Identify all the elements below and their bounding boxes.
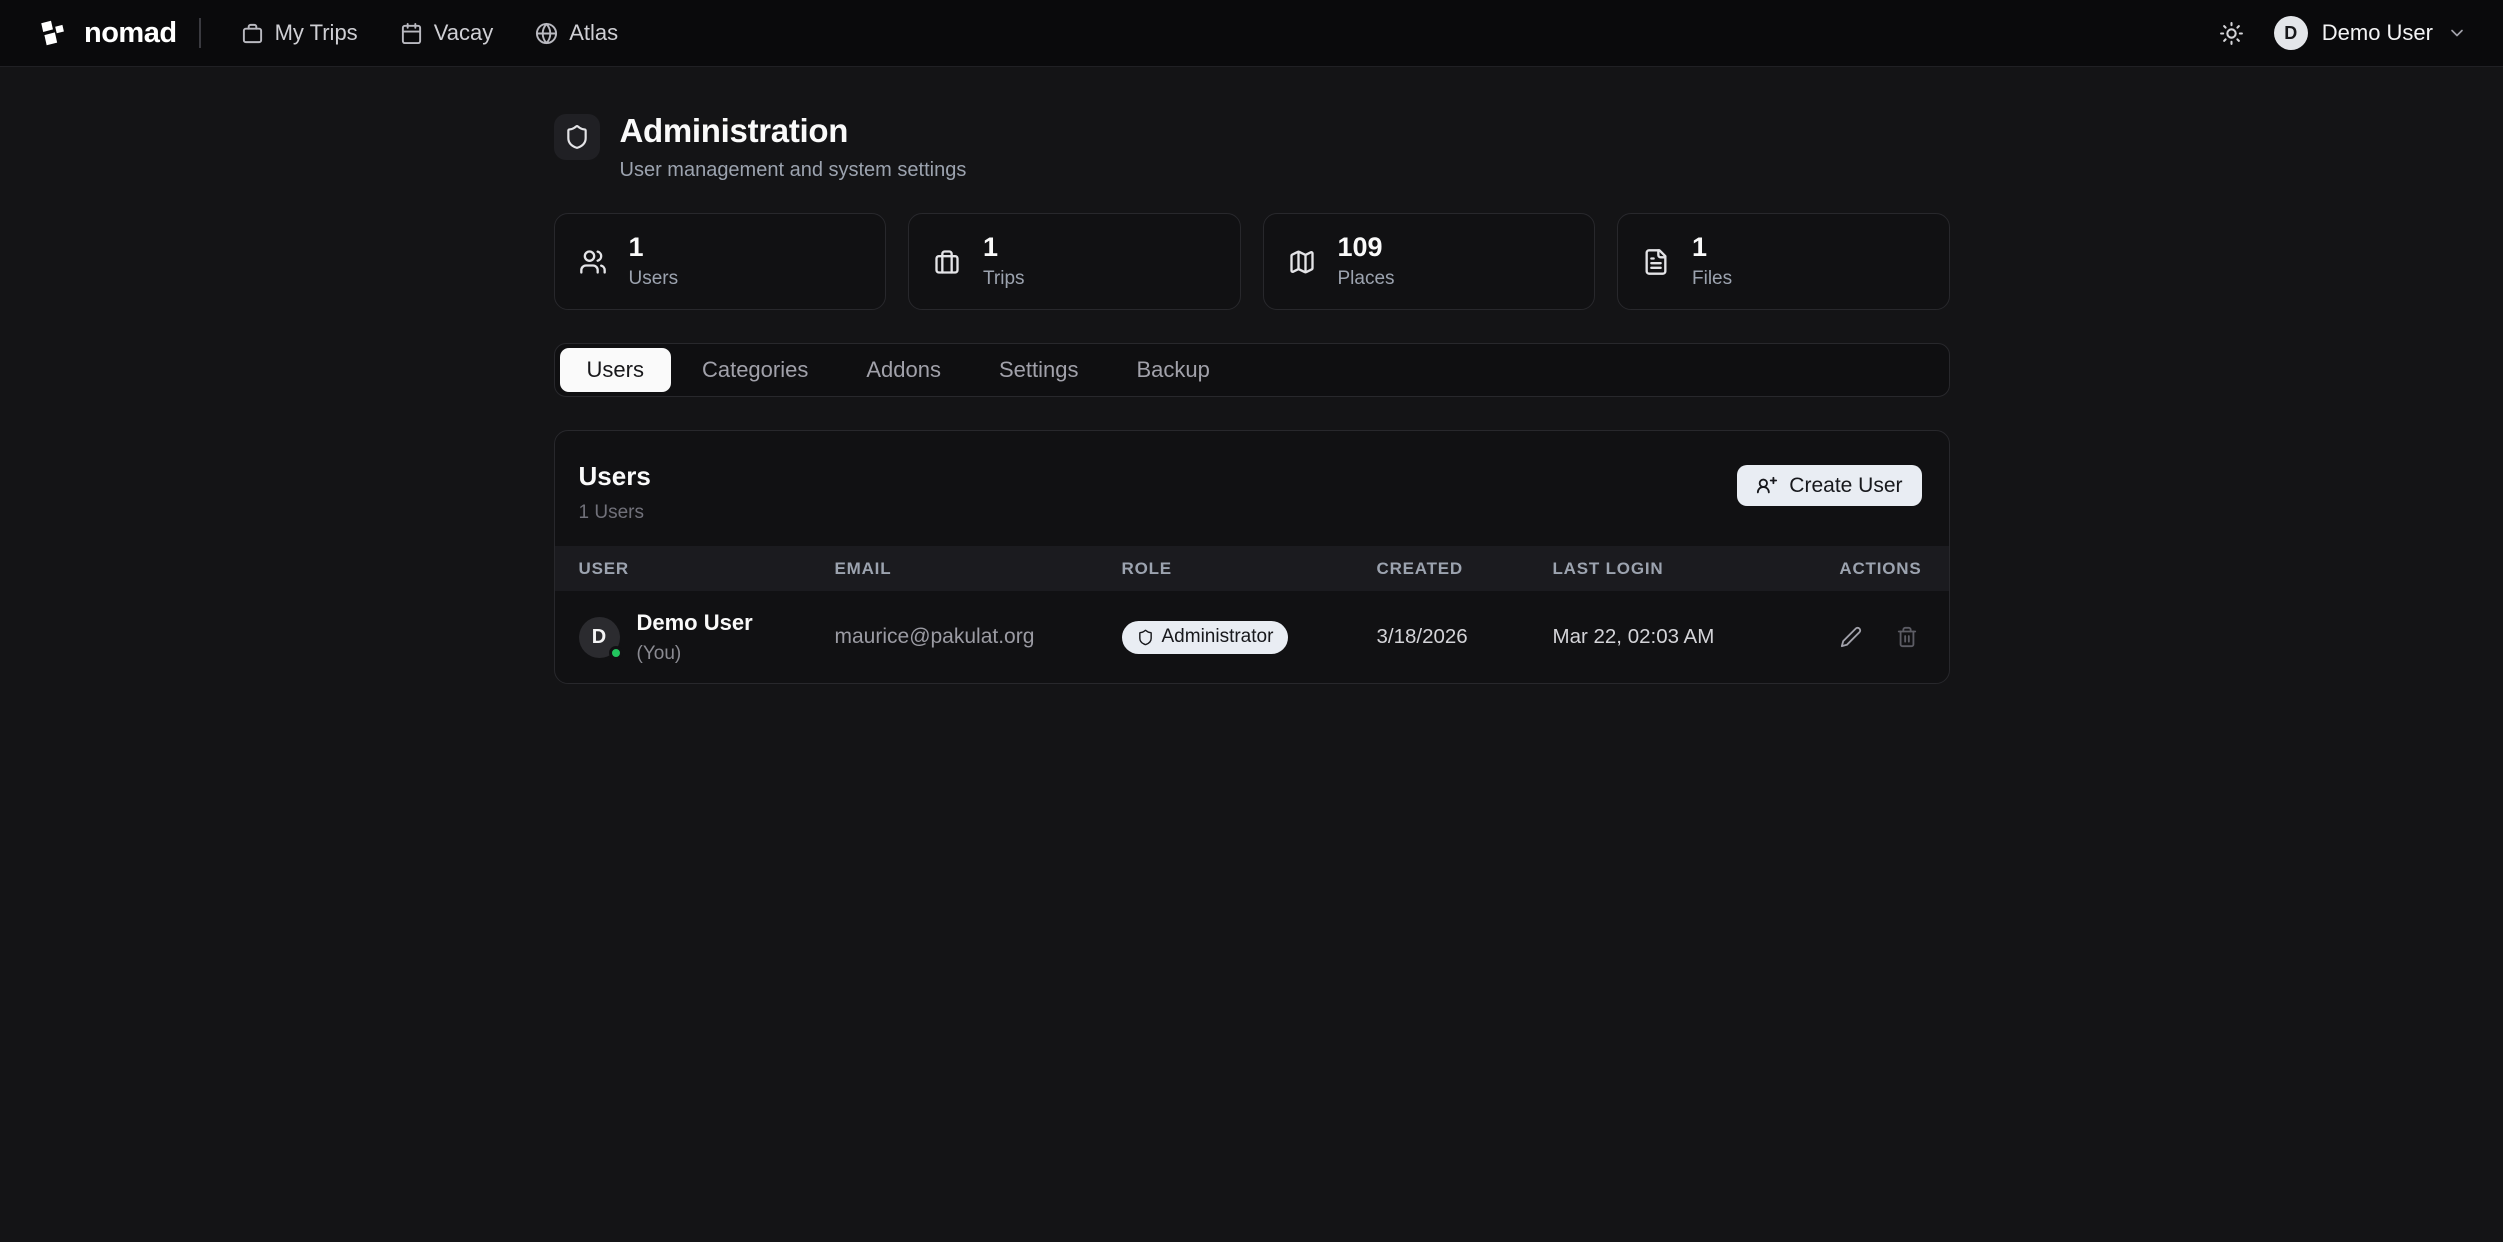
nav-item-label: Vacay: [434, 20, 494, 46]
globe-icon: [535, 22, 558, 45]
stat-label: Trips: [983, 268, 1025, 290]
calendar-icon: [400, 22, 423, 45]
nav-item-label: Atlas: [569, 20, 618, 46]
stat-label: Places: [1338, 268, 1395, 290]
delete-user-button[interactable]: [1892, 622, 1922, 652]
brand-logo[interactable]: nomad: [36, 15, 177, 51]
stat-cards: 1 Users 1 Trips 109 Places: [554, 213, 1950, 310]
table-row: D Demo User (You) maurice@pakulat.org Ad: [555, 591, 1949, 683]
users-panel: Users 1 Users Create User USER EMAIL ROL…: [554, 430, 1950, 684]
users-table-header: USER EMAIL ROLE CREATED LAST LOGIN ACTIO…: [555, 546, 1949, 591]
primary-nav: My Trips Vacay Atlas: [227, 10, 633, 56]
stat-text: 109 Places: [1338, 233, 1395, 290]
role-label: Administrator: [1162, 626, 1274, 648]
create-user-label: Create User: [1789, 474, 1902, 498]
stat-card-places: 109 Places: [1263, 213, 1596, 310]
briefcase-icon: [933, 248, 961, 276]
brand-name: nomad: [84, 17, 177, 50]
nav-item-my-trips[interactable]: My Trips: [227, 10, 372, 56]
column-header-created: CREATED: [1377, 559, 1553, 579]
tab-categories[interactable]: Categories: [675, 348, 835, 392]
nav-right: D Demo User: [2219, 16, 2467, 50]
tab-addons[interactable]: Addons: [839, 348, 968, 392]
stat-label: Users: [629, 268, 679, 290]
user-plus-icon: [1756, 475, 1778, 497]
column-header-last-login: LAST LOGIN: [1553, 559, 1840, 579]
stat-card-users: 1 Users: [554, 213, 887, 310]
nomad-logo-icon: [36, 15, 72, 51]
users-icon: [579, 248, 607, 276]
map-icon: [1288, 248, 1316, 276]
last-login-cell: Mar 22, 02:03 AM: [1553, 625, 1836, 649]
theme-toggle-sun-icon[interactable]: [2219, 21, 2244, 46]
pencil-icon: [1840, 626, 1862, 648]
column-header-role: ROLE: [1122, 559, 1377, 579]
users-panel-header: Users 1 Users Create User: [555, 431, 1949, 546]
page-header: Administration User management and syste…: [554, 112, 1950, 182]
create-user-button[interactable]: Create User: [1737, 465, 1921, 506]
stat-value: 1: [983, 233, 1025, 263]
top-nav: nomad My Trips Vacay: [0, 0, 2503, 67]
nav-item-label: My Trips: [275, 20, 358, 46]
tab-users[interactable]: Users: [560, 348, 671, 392]
stat-card-files: 1 Files: [1617, 213, 1950, 310]
admin-tabs: Users Categories Addons Settings Backup: [554, 343, 1950, 397]
page-title: Administration: [620, 112, 967, 150]
nav-item-atlas[interactable]: Atlas: [521, 10, 632, 56]
shield-icon: [554, 114, 600, 160]
stat-value: 109: [1338, 233, 1395, 263]
nav-divider: [199, 18, 201, 48]
actions-cell: [1836, 622, 1922, 652]
page-header-text: Administration User management and syste…: [620, 112, 967, 182]
role-badge: Administrator: [1122, 621, 1289, 654]
column-header-actions: ACTIONS: [1839, 559, 1921, 579]
tab-settings[interactable]: Settings: [972, 348, 1106, 392]
online-status-dot: [609, 646, 623, 660]
role-cell: Administrator: [1122, 621, 1377, 654]
stat-label: Files: [1692, 268, 1732, 290]
email-cell: maurice@pakulat.org: [835, 625, 1122, 649]
created-cell: 3/18/2026: [1377, 625, 1553, 649]
stat-text: 1 Users: [629, 233, 679, 290]
trash-icon: [1896, 626, 1918, 648]
tab-backup[interactable]: Backup: [1109, 348, 1236, 392]
user-cell: D Demo User (You): [579, 610, 835, 665]
user-name: Demo User: [2322, 20, 2433, 46]
stat-value: 1: [629, 233, 679, 263]
stat-card-trips: 1 Trips: [908, 213, 1241, 310]
column-header-user: USER: [579, 559, 835, 579]
avatar: D: [579, 617, 620, 658]
file-icon: [1642, 248, 1670, 276]
avatar-initial: D: [592, 626, 606, 649]
page-subtitle: User management and system settings: [620, 159, 967, 182]
briefcase-icon: [241, 22, 264, 45]
stat-text: 1 Trips: [983, 233, 1025, 290]
user-cell-text: Demo User (You): [637, 610, 753, 665]
panel-title: Users: [579, 461, 651, 492]
users-panel-titles: Users 1 Users: [579, 461, 651, 524]
column-header-email: EMAIL: [835, 559, 1122, 579]
you-label: (You): [637, 643, 753, 665]
users-count: 1 Users: [579, 502, 651, 524]
nav-item-vacay[interactable]: Vacay: [386, 10, 508, 56]
user-menu[interactable]: D Demo User: [2274, 16, 2467, 50]
stat-text: 1 Files: [1692, 233, 1732, 290]
user-name: Demo User: [637, 610, 753, 636]
admin-page: Administration User management and syste…: [554, 112, 1950, 684]
edit-user-button[interactable]: [1836, 622, 1866, 652]
avatar: D: [2274, 16, 2308, 50]
chevron-down-icon: [2447, 23, 2467, 43]
shield-icon: [1137, 629, 1154, 646]
stat-value: 1: [1692, 233, 1732, 263]
